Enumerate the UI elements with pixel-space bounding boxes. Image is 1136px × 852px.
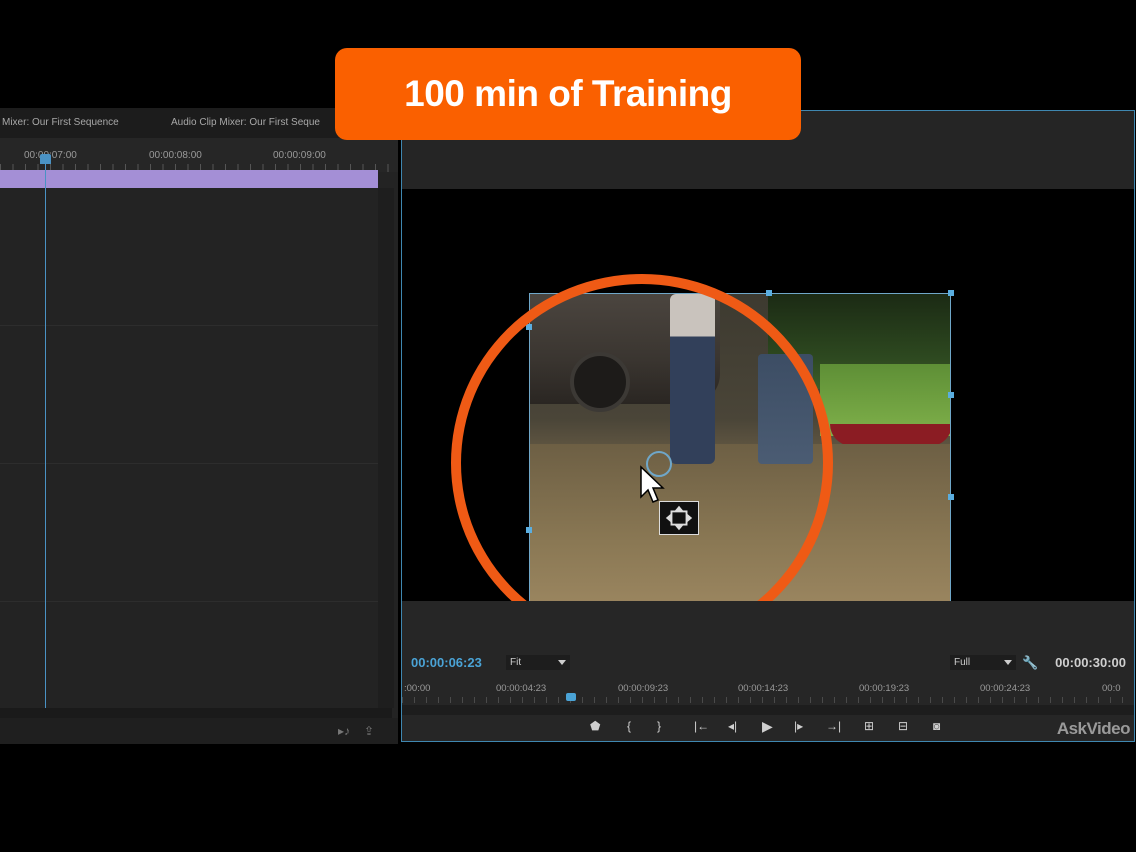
tab-audio-clip-mixer[interactable]: Audio Clip Mixer: Our First Seque [171, 117, 320, 128]
zoom-level-select[interactable]: Fit [506, 655, 570, 670]
extract-button[interactable]: ⊟ [898, 719, 908, 733]
transform-handle[interactable] [948, 494, 954, 500]
video-canvas[interactable] [402, 189, 1134, 652]
banner-text: 100 min of Training [404, 73, 732, 114]
highlight-circle [451, 274, 833, 652]
transform-handle[interactable] [766, 290, 772, 296]
askvideo-watermark: AskVideo [1056, 719, 1131, 738]
program-monitor: 00:00:06:23 Fit Full 🔧 00:00:30:00 :00:0… [401, 110, 1135, 742]
monitor-controls: 00:00:06:23 Fit Full 🔧 00:00:30:00 :00:0… [402, 601, 1134, 741]
timeline-panel: Mixer: Our First Sequence Audio Clip Mix… [0, 108, 398, 744]
ruler-time: 00:00:08:00 [149, 150, 202, 161]
sequence-clip-bar[interactable] [0, 170, 378, 188]
ruler-time: :00:00 [404, 683, 431, 694]
monitor-ruler-ticks [402, 697, 1134, 703]
go-to-in-button[interactable]: |← [694, 719, 709, 733]
clip-image-canoe [830, 424, 950, 446]
horizontal-scrollbar[interactable] [0, 708, 392, 718]
ruler-time: 00:00:09:23 [618, 683, 669, 694]
monitor-zoom-scrollbar[interactable] [402, 705, 1134, 715]
vertical-scrollbar[interactable] [378, 188, 394, 708]
add-marker-button[interactable]: ⬟ [590, 719, 600, 733]
tab-audio-track-mixer[interactable]: Mixer: Our First Sequence [2, 117, 119, 128]
lift-button[interactable]: ⊞ [864, 719, 874, 733]
mark-in-button[interactable]: { [627, 719, 631, 733]
playhead-timecode[interactable]: 00:00:06:23 [411, 655, 482, 670]
transform-handle[interactable] [948, 290, 954, 296]
time-ruler[interactable]: 00:00:07:00 00:00:08:00 00:00:09:00 [0, 138, 398, 172]
track-area[interactable] [0, 188, 378, 688]
ruler-time: 00:00:04:23 [496, 683, 547, 694]
export-frame-button[interactable]: ◙ [933, 719, 940, 733]
ruler-time: 00:00:19:23 [859, 683, 910, 694]
ruler-time: 00:00:24:23 [980, 683, 1031, 694]
chevron-down-icon [558, 660, 566, 665]
ruler-time: 00:00:09:00 [273, 150, 326, 161]
move-icon [659, 501, 699, 535]
playback-resolution-select[interactable]: Full [950, 655, 1016, 670]
ruler-time: 00:0 [1102, 683, 1121, 694]
chevron-down-icon [1004, 660, 1012, 665]
export-icon[interactable]: ⇪ [364, 724, 374, 738]
go-to-out-button[interactable]: →| [826, 719, 841, 733]
transport-controls: ⬟ { } |← ◂| ▶ |▸ →| ⊞ ⊟ ◙ [402, 715, 1134, 739]
audio-icon[interactable]: ▸♪ [338, 724, 350, 738]
monitor-playhead[interactable] [566, 693, 576, 701]
monitor-time-ruler[interactable]: :00:00 00:00:04:23 00:00:09:23 00:00:14:… [402, 683, 1134, 697]
panel-footer: ▸♪ ⇪ [0, 718, 398, 744]
playhead-line[interactable] [45, 160, 46, 708]
playback-resolution-value: Full [954, 657, 971, 668]
training-banner: 100 min of Training [335, 48, 801, 140]
play-button[interactable]: ▶ [762, 719, 773, 733]
mark-out-button[interactable]: } [657, 719, 661, 733]
step-forward-button[interactable]: |▸ [794, 719, 803, 733]
ruler-time: 00:00:14:23 [738, 683, 789, 694]
step-back-button[interactable]: ◂| [728, 719, 737, 733]
zoom-level-value: Fit [510, 657, 522, 668]
wrench-icon[interactable]: 🔧 [1022, 655, 1038, 671]
transform-handle[interactable] [948, 392, 954, 398]
duration-timecode: 00:00:30:00 [1055, 655, 1126, 670]
mouse-cursor-icon [640, 465, 665, 503]
